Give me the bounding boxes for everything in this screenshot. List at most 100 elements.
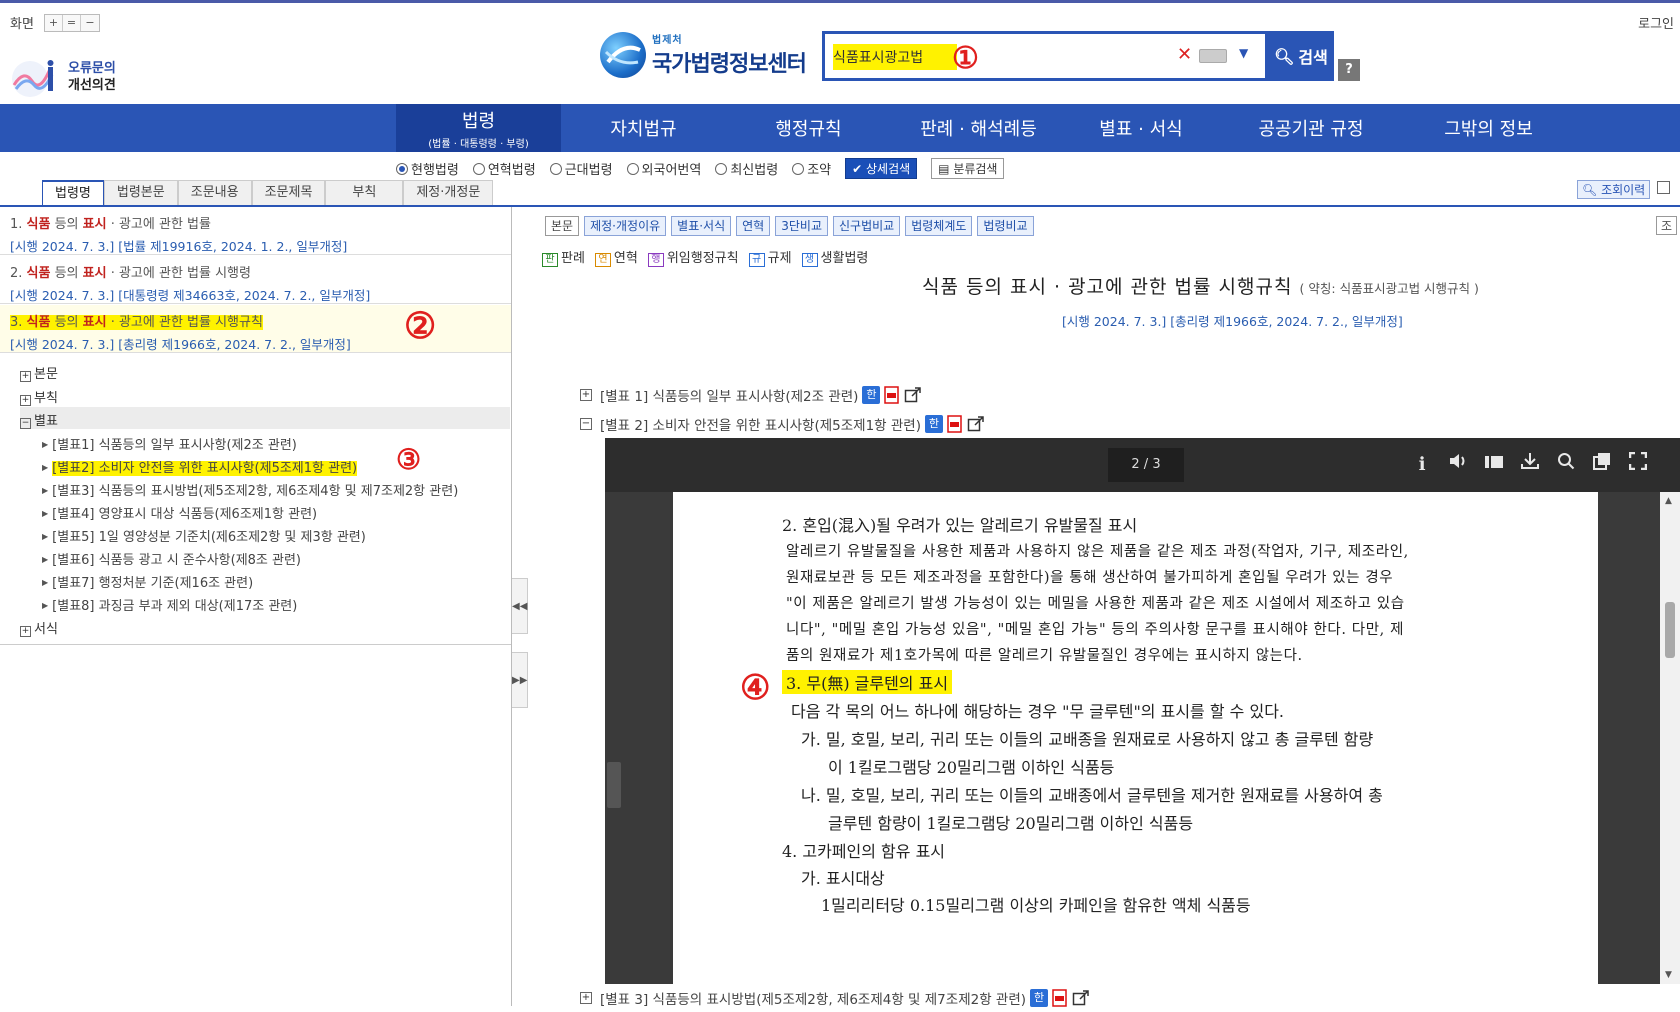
- expand-icon[interactable]: +: [580, 992, 592, 1004]
- radio-treaty[interactable]: 조약: [792, 159, 831, 178]
- annex-item-1[interactable]: ▶ [별표1] 식품등의 일부 표시사항(제2조 관련): [42, 434, 297, 453]
- law-compare-button[interactable]: 법령비교: [977, 216, 1034, 236]
- legend-precedent[interactable]: 판 판례: [542, 247, 585, 267]
- pdf-side-handle[interactable]: [607, 762, 621, 808]
- search-dropdown-icon[interactable]: ▼: [1239, 46, 1248, 60]
- nav-law-label: 법령: [461, 110, 496, 132]
- annex-item-6[interactable]: ▶ [별표6] 식품등 광고 시 준수사항(제8조 관련): [42, 549, 301, 568]
- share-icon[interactable]: [904, 386, 922, 404]
- nav-law[interactable]: 법령 (법률 · 대통령령 · 부령): [396, 104, 561, 152]
- radio-foreign-translation[interactable]: 외국어번역: [626, 159, 701, 178]
- history-icon: 연: [594, 253, 611, 267]
- nav-admin-rule[interactable]: 행정규칙: [726, 104, 891, 152]
- law-result-2[interactable]: 2. 식품 등의 표시 · 광고에 관한 법률 시행령 [시행 2024. 7.…: [0, 256, 511, 304]
- zoom-in-button[interactable]: +: [44, 14, 63, 31]
- pdf-icon[interactable]: [1052, 989, 1068, 1007]
- keyboard-icon[interactable]: [1199, 49, 1227, 63]
- tab-enactment[interactable]: 제정·개정문: [403, 180, 494, 205]
- scroll-thumb[interactable]: [1665, 602, 1675, 658]
- law-system-button[interactable]: 법령체계도: [905, 216, 973, 236]
- site-logo[interactable]: 법제처 국가법령정보센터: [600, 31, 807, 78]
- radio-latest-law[interactable]: 최신법령: [715, 159, 778, 178]
- category-search-button[interactable]: ▤ 분류검색: [931, 158, 1005, 179]
- hangul-file-icon[interactable]: 한: [862, 386, 881, 404]
- search-button[interactable]: 🔍︎ 검색: [1268, 31, 1334, 81]
- hangul-file-icon[interactable]: 한: [1030, 989, 1049, 1007]
- annex-item-8[interactable]: ▶ [별표8] 과징금 부과 제외 대상(제17조 관련): [42, 595, 297, 614]
- help-button[interactable]: ?: [1338, 59, 1360, 81]
- tab-law-body[interactable]: 법령본문: [103, 180, 178, 205]
- tab-article-content[interactable]: 조문내용: [177, 180, 252, 205]
- share-icon[interactable]: [1072, 989, 1090, 1007]
- view-history-button[interactable]: 🔍︎ 조회이력: [1577, 180, 1651, 199]
- annotation-4: ④: [740, 668, 771, 708]
- pdf-right-gutter: [1598, 492, 1660, 984]
- tab-law-name[interactable]: 법령명: [42, 180, 104, 205]
- feedback-link[interactable]: 오류문의 개선의견: [8, 55, 116, 99]
- old-new-compare-button[interactable]: 신구법비교: [833, 216, 901, 236]
- annex-item-7[interactable]: ▶ [별표7] 행정처분 기준(제16조 관련): [42, 572, 253, 591]
- body-button[interactable]: 본문: [545, 216, 580, 236]
- zoom-reset-button[interactable]: =: [62, 14, 81, 31]
- pdf-icon[interactable]: [947, 415, 963, 433]
- pdf-icon[interactable]: [884, 386, 900, 404]
- search-icon[interactable]: [1553, 452, 1579, 478]
- pdf-line: 원재료보관 등 모든 제조과정을 포함한다)을 통해 생산하여 불가피하게 혼입…: [786, 570, 1394, 586]
- info-icon[interactable]: ℹ: [1409, 452, 1435, 478]
- copy-icon[interactable]: [1589, 452, 1615, 478]
- login-link[interactable]: 로그인: [1638, 13, 1674, 32]
- tree-forms[interactable]: + 서식: [20, 618, 58, 637]
- tree-body[interactable]: + 본문: [20, 363, 58, 382]
- detail-search-button[interactable]: ✔ 상세검색: [845, 158, 918, 179]
- annex-item-5[interactable]: ▶ [별표5] 1일 영양성분 기준치(제6조제2항 및 제3항 관련): [42, 526, 366, 545]
- scroll-down-icon[interactable]: ▼: [1665, 970, 1672, 980]
- collapse-panel-button[interactable]: ◀◀: [512, 578, 528, 634]
- nav-annex-form[interactable]: 별표 · 서식: [1066, 104, 1216, 152]
- tree-addenda[interactable]: + 부칙: [20, 387, 58, 406]
- scroll-up-icon[interactable]: ▲: [1665, 496, 1672, 506]
- zoom-out-button[interactable]: −: [80, 14, 99, 31]
- tab-addenda[interactable]: 부칙: [325, 180, 404, 205]
- tab-article-title[interactable]: 조문제목: [251, 180, 326, 205]
- download-icon[interactable]: [1517, 452, 1543, 478]
- nav-precedent[interactable]: 판례 · 해석례등: [891, 104, 1066, 152]
- annex-row-2[interactable]: − [별표 2] 소비자 안전을 위한 표시사항(제5조제1항 관련) 한: [580, 414, 985, 434]
- hangul-file-icon[interactable]: 한: [924, 415, 943, 433]
- legend-regulation[interactable]: 규 규제: [748, 247, 792, 267]
- radio-modern-law[interactable]: 근대법령: [549, 159, 613, 178]
- annex-form-button[interactable]: 별표·서식: [671, 216, 732, 236]
- nav-local-law[interactable]: 자치법규: [561, 104, 726, 152]
- pdf-page-indicator[interactable]: 2 / 3: [1108, 448, 1184, 482]
- annex-item-2[interactable]: ▶ [별표2] 소비자 안전을 위한 표시사항(제5조제1항 관련): [42, 457, 358, 476]
- search-input[interactable]: [833, 44, 957, 70]
- annex-item-4[interactable]: ▶ [별표4] 영양표시 대상 식품등(제6조제1항 관련): [42, 503, 317, 522]
- fullscreen-icon[interactable]: [1625, 451, 1651, 478]
- law-result-1[interactable]: 1. 식품 등의 표시 · 광고에 관한 법률 [시행 2024. 7. 3.]…: [0, 207, 511, 255]
- nav-other-info[interactable]: 그밖의 정보: [1406, 104, 1571, 152]
- option-checkbox[interactable]: [1657, 181, 1670, 194]
- history-button[interactable]: 연혁: [736, 216, 771, 236]
- expand-panel-button[interactable]: ▶▶: [512, 652, 528, 708]
- pdf-scrollbar[interactable]: ▲ ▼: [1660, 492, 1680, 984]
- sidebar-toggle-icon[interactable]: [1481, 452, 1507, 478]
- radio-history-law[interactable]: 연혁법령: [472, 159, 536, 178]
- expand-icon[interactable]: +: [580, 389, 592, 401]
- radio-current-law[interactable]: 현행법령: [396, 159, 459, 178]
- annex-row-1[interactable]: + [별표 1] 식품등의 일부 표시사항(제2조 관련) 한: [580, 385, 922, 405]
- tree-annex[interactable]: − 별표: [20, 410, 58, 429]
- clear-search-icon[interactable]: ✕: [1177, 44, 1192, 65]
- nav-public-rule[interactable]: 공공기관 규정: [1216, 104, 1406, 152]
- revision-reason-button[interactable]: 제정·개정이유: [584, 216, 667, 236]
- speaker-icon[interactable]: [1445, 452, 1471, 478]
- collapse-icon[interactable]: −: [580, 418, 592, 430]
- annex-item-3[interactable]: ▶ [별표3] 식품등의 표시방법(제5조제2항, 제6조제4항 및 제7조제2항…: [42, 480, 458, 499]
- share-icon[interactable]: [967, 415, 985, 433]
- zoom-buttons: + = −: [43, 13, 100, 32]
- article-button[interactable]: 조: [1656, 216, 1678, 235]
- legend-delegated[interactable]: 행 위임행정규칙: [647, 247, 739, 267]
- pdf-line: 이 1킬로그램당 20밀리그램 이하인 식품등: [828, 758, 1115, 777]
- annex-row-3[interactable]: + [별표 3] 식품등의 표시방법(제5조제2항, 제6조제4항 및 제7조제…: [580, 988, 1090, 1008]
- legend-history[interactable]: 연 연혁: [594, 247, 638, 267]
- legend-living-law[interactable]: 생 생활법령: [801, 247, 868, 267]
- three-way-compare-button[interactable]: 3단비교: [775, 216, 828, 236]
